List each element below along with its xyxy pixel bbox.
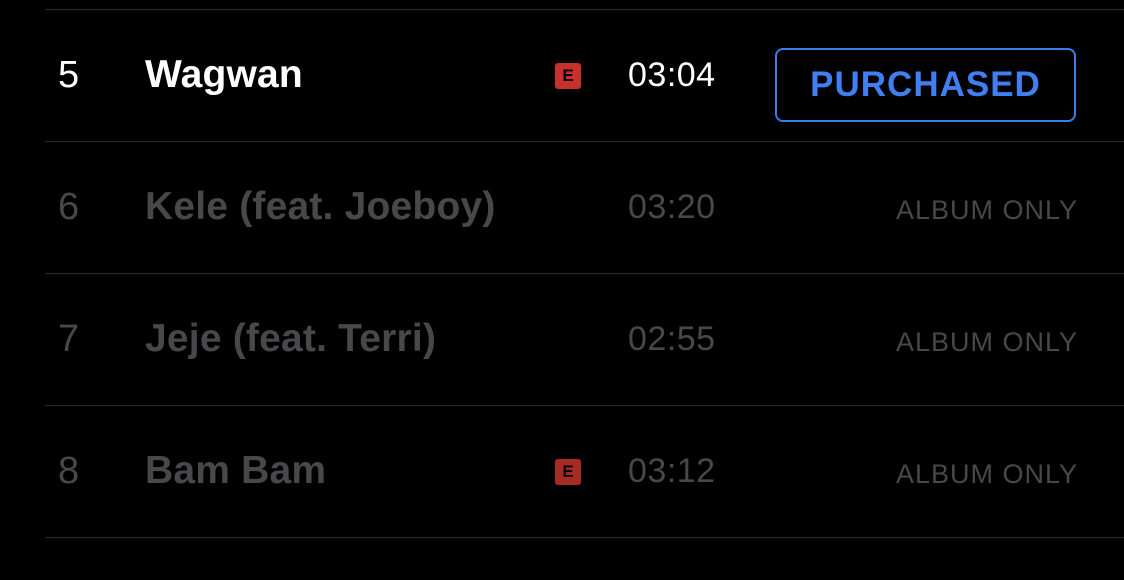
explicit-icon: E	[555, 63, 581, 89]
track-duration: 03:20	[628, 188, 716, 226]
track-title: Wagwan	[145, 53, 303, 96]
track-title: Jeje (feat. Terri)	[145, 317, 437, 360]
track-duration: 03:12	[628, 452, 716, 490]
track-row-5[interactable]: 5 Wagwan E 03:04 PURCHASED	[0, 10, 1124, 140]
track-number: 7	[58, 318, 80, 360]
track-list: 5 Wagwan E 03:04 PURCHASED 6 Kele (feat.…	[0, 0, 1124, 580]
track-row-6[interactable]: 6 Kele (feat. Joeboy) 03:20 ALBUM ONLY	[0, 142, 1124, 272]
album-only-label: ALBUM ONLY	[895, 459, 1078, 489]
track-row-8[interactable]: 8 Bam Bam E 03:12 ALBUM ONLY	[0, 406, 1124, 536]
track-duration: 02:55	[628, 320, 716, 358]
track-title: Bam Bam	[145, 449, 327, 492]
album-only-label: ALBUM ONLY	[895, 195, 1078, 225]
album-only-label: ALBUM ONLY	[895, 327, 1078, 357]
track-number: 6	[58, 186, 80, 228]
explicit-icon: E	[555, 459, 581, 485]
purchased-button[interactable]: PURCHASED	[775, 48, 1076, 122]
track-title: Kele (feat. Joeboy)	[145, 185, 496, 228]
track-row-7[interactable]: 7 Jeje (feat. Terri) 02:55 ALBUM ONLY	[0, 274, 1124, 404]
track-duration: 03:04	[628, 56, 716, 94]
track-number: 8	[58, 450, 80, 492]
divider	[45, 537, 1124, 538]
track-number: 5	[58, 54, 80, 96]
